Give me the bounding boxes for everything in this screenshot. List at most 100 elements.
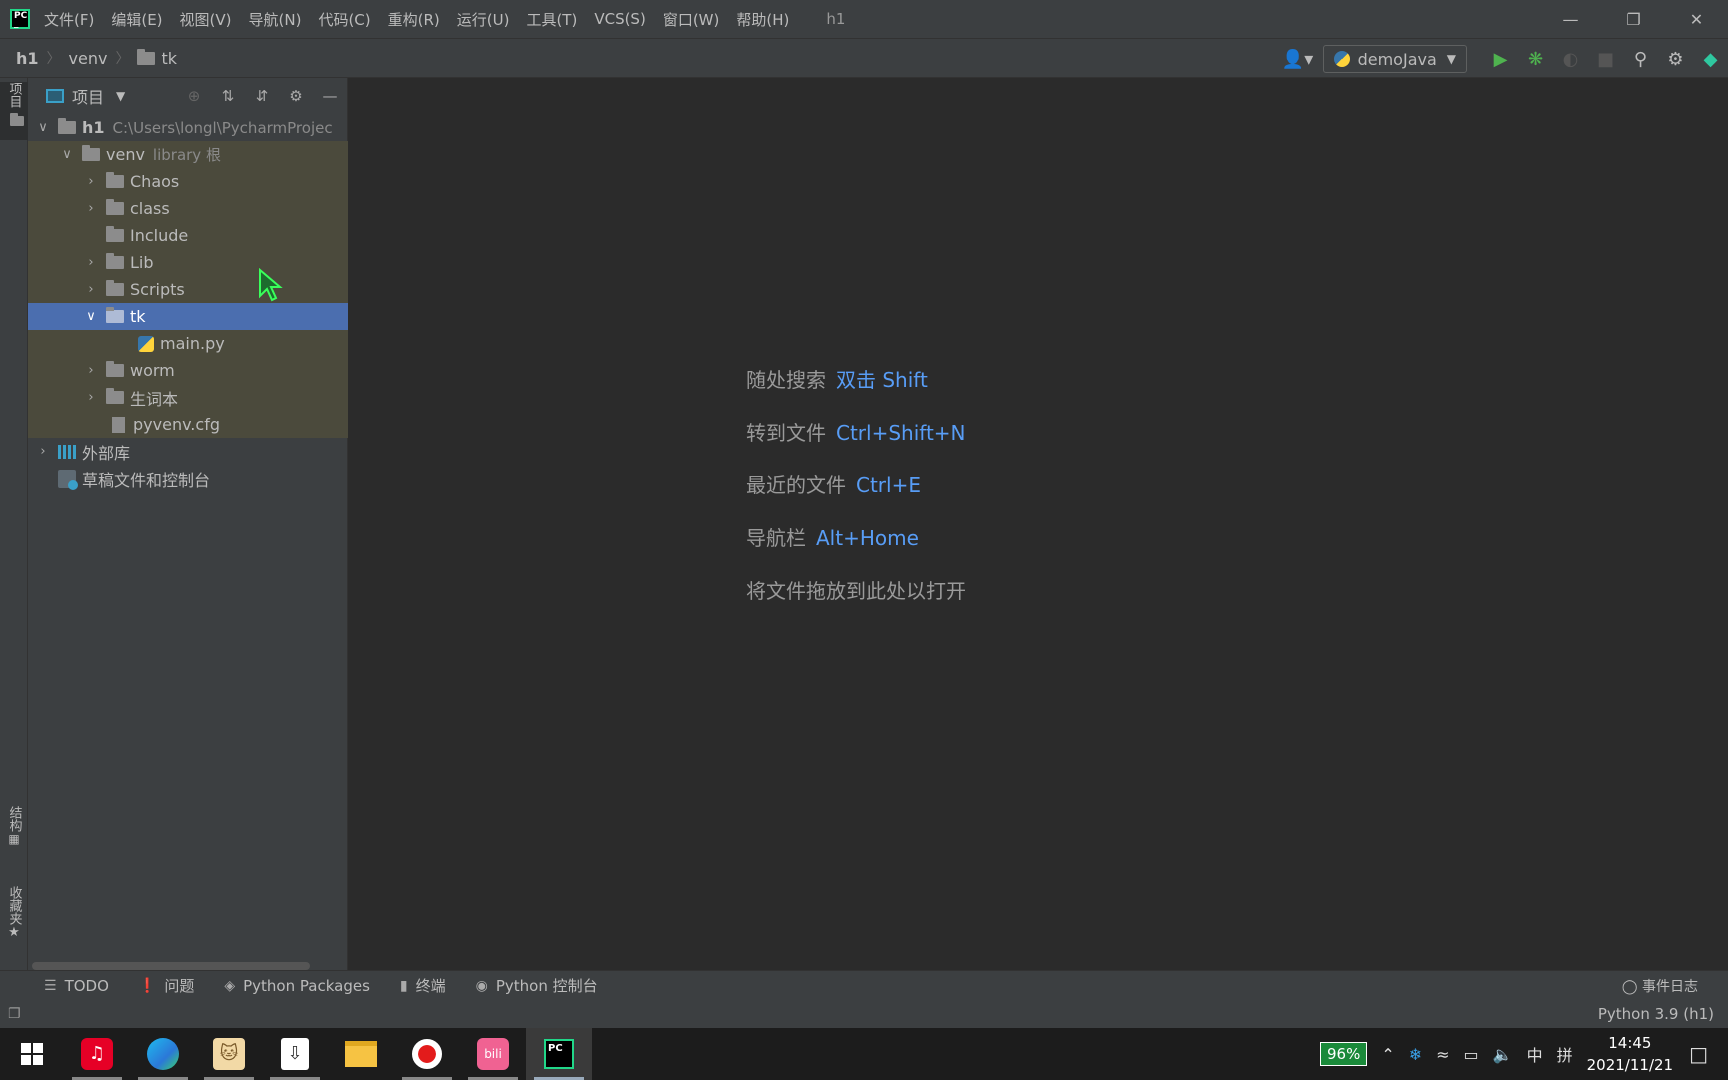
tree-item-label: 草稿文件和控制台: [82, 470, 211, 490]
tree-item-worm[interactable]: › worm: [28, 357, 348, 384]
menu-vcs[interactable]: VCS(S): [594, 10, 645, 28]
tree-item-pyvenv-cfg[interactable]: pyvenv.cfg: [28, 411, 348, 438]
tree-item-class[interactable]: › class: [28, 195, 348, 222]
menu-refactor[interactable]: 重构(R): [388, 9, 440, 30]
tree-root-h1[interactable]: ∨ h1 C:\Users\longl\PycharmProjec: [28, 114, 348, 141]
tree-item-venv[interactable]: ∨ venv library 根: [28, 141, 348, 168]
tray-app-icon[interactable]: ❄: [1409, 1045, 1422, 1064]
gear-icon[interactable]: ⚙: [1658, 49, 1693, 70]
battery-indicator[interactable]: 96%: [1319, 1042, 1368, 1066]
menu-run[interactable]: 运行(U): [457, 9, 510, 30]
tree-item-scratches[interactable]: 草稿文件和控制台: [28, 465, 348, 492]
system-clock[interactable]: 14:45 2021/11/21: [1587, 1032, 1673, 1076]
menu-window[interactable]: 窗口(W): [663, 9, 720, 30]
close-button[interactable]: ✕: [1665, 0, 1728, 38]
menu-file[interactable]: 文件(F): [44, 9, 94, 30]
structure-tool-tab[interactable]: 结构 ▦: [0, 806, 28, 886]
todo-tab[interactable]: ☰ TODO: [44, 977, 109, 995]
python-packages-tab[interactable]: ◈ Python Packages: [224, 977, 370, 995]
menu-view[interactable]: 视图(V): [180, 9, 232, 30]
tree-item-tk[interactable]: ∨ tk: [28, 303, 348, 330]
screen-recorder-icon[interactable]: [394, 1028, 460, 1080]
editor-area[interactable]: 随处搜索 双击 Shift 转到文件 Ctrl+Shift+N 最近的文件 Ctrl+…: [349, 78, 1728, 970]
python-file-icon: [138, 335, 154, 352]
toggle-tool-windows-icon[interactable]: ❐: [8, 1006, 21, 1022]
chevron-right-icon[interactable]: ›: [36, 444, 50, 459]
interpreter-status[interactable]: Python 3.9 (h1): [1598, 1005, 1714, 1023]
file-explorer-icon[interactable]: [328, 1028, 394, 1080]
project-panel-title[interactable]: 项目: [72, 84, 104, 108]
pycharm-logo-icon[interactable]: PC _: [10, 9, 30, 29]
download-app-icon[interactable]: ⇩: [262, 1028, 328, 1080]
problems-tab[interactable]: ❗ 问题: [139, 975, 194, 996]
tree-item-main-py[interactable]: main.py: [28, 330, 348, 357]
stop-icon[interactable]: ■: [1588, 49, 1623, 70]
chevron-down-icon[interactable]: ▼: [116, 89, 125, 103]
menu-navigate[interactable]: 导航(N): [249, 9, 302, 30]
netease-music-icon[interactable]: ♫: [64, 1028, 130, 1080]
menu-edit[interactable]: 编辑(E): [111, 9, 162, 30]
chevron-right-icon[interactable]: ›: [84, 201, 98, 216]
edge-browser-icon[interactable]: [130, 1028, 196, 1080]
chevron-right-icon[interactable]: ›: [84, 390, 98, 405]
run-icon[interactable]: ▶: [1483, 49, 1518, 70]
debug-icon[interactable]: ❋: [1518, 49, 1553, 70]
python-console-tab[interactable]: ◉ Python 控制台: [476, 975, 598, 996]
tree-item-lib[interactable]: › Lib: [28, 249, 348, 276]
tree-item-scripts[interactable]: › Scripts: [28, 276, 348, 303]
collapse-all-icon[interactable]: ⇵: [245, 87, 279, 105]
battery-icon[interactable]: ▭: [1464, 1045, 1479, 1064]
notification-center-icon[interactable]: □: [1689, 1042, 1708, 1066]
folder-icon: [10, 113, 24, 126]
windows-start-icon[interactable]: [0, 1028, 64, 1080]
bilibili-icon[interactable]: bili: [460, 1028, 526, 1080]
minimize-button[interactable]: —: [1539, 0, 1602, 38]
code-with-me-icon[interactable]: ◆: [1693, 49, 1728, 70]
folder-icon: [58, 118, 76, 134]
search-icon[interactable]: ⚲: [1623, 49, 1658, 70]
breadcrumb-tk[interactable]: tk: [161, 49, 177, 68]
chevron-right-icon[interactable]: ›: [84, 255, 98, 270]
ime-mode[interactable]: 拼: [1557, 1042, 1573, 1066]
pycharm-taskbar-icon[interactable]: PC: [526, 1028, 592, 1080]
chevron-up-icon[interactable]: ⌃: [1381, 1045, 1394, 1064]
list-icon: ☰: [44, 977, 57, 994]
restore-button[interactable]: ❐: [1602, 0, 1665, 38]
chevron-down-icon[interactable]: ∨: [84, 309, 98, 324]
cat-app-icon[interactable]: 🐱: [196, 1028, 262, 1080]
menu-code[interactable]: 代码(C): [318, 9, 370, 30]
event-log-tab[interactable]: ◯ 事件日志: [1622, 976, 1698, 996]
tree-item-vocab[interactable]: › 生词本: [28, 384, 348, 411]
chevron-down-icon[interactable]: ∨: [60, 147, 74, 162]
gear-icon[interactable]: ⚙: [279, 87, 313, 105]
expand-all-icon[interactable]: ⇅: [211, 87, 245, 105]
folder-icon: [137, 48, 156, 65]
locate-icon[interactable]: ⊕: [177, 87, 211, 105]
tree-item-include[interactable]: Include: [28, 222, 348, 249]
favorites-tool-tab[interactable]: 收藏夹 ★: [0, 886, 28, 966]
volume-icon[interactable]: 🔈: [1493, 1045, 1513, 1064]
user-menu-icon[interactable]: 👤▾: [1273, 49, 1323, 70]
project-tree: ∨ h1 C:\Users\longl\PycharmProjec ∨ venv…: [28, 114, 348, 492]
chevron-right-icon[interactable]: ›: [84, 363, 98, 378]
breadcrumb-project[interactable]: h1: [16, 49, 39, 68]
horizontal-scrollbar[interactable]: [32, 962, 310, 970]
menu-tools[interactable]: 工具(T): [526, 9, 577, 30]
chevron-right-icon[interactable]: ›: [84, 174, 98, 189]
wifi-icon[interactable]: ≈: [1436, 1045, 1449, 1064]
tree-item-external-libs[interactable]: › 外部库: [28, 438, 348, 465]
breadcrumb-venv[interactable]: venv: [69, 49, 108, 68]
coverage-icon[interactable]: ◐: [1553, 49, 1588, 70]
hint-label: 转到文件: [746, 421, 826, 445]
hint-label: 最近的文件: [746, 473, 846, 497]
project-tool-tab[interactable]: 项目: [0, 82, 28, 140]
ime-language[interactable]: 中: [1527, 1042, 1543, 1066]
run-config-select[interactable]: demoJava ▼: [1322, 45, 1467, 73]
tree-item-chaos[interactable]: › Chaos: [28, 168, 348, 195]
terminal-tab-label: 终端: [415, 977, 446, 995]
chevron-down-icon[interactable]: ∨: [36, 120, 50, 135]
hide-icon[interactable]: —: [313, 87, 347, 105]
chevron-right-icon[interactable]: ›: [84, 282, 98, 297]
menu-help[interactable]: 帮助(H): [736, 9, 789, 30]
terminal-tab[interactable]: ▮ 终端: [400, 975, 446, 996]
